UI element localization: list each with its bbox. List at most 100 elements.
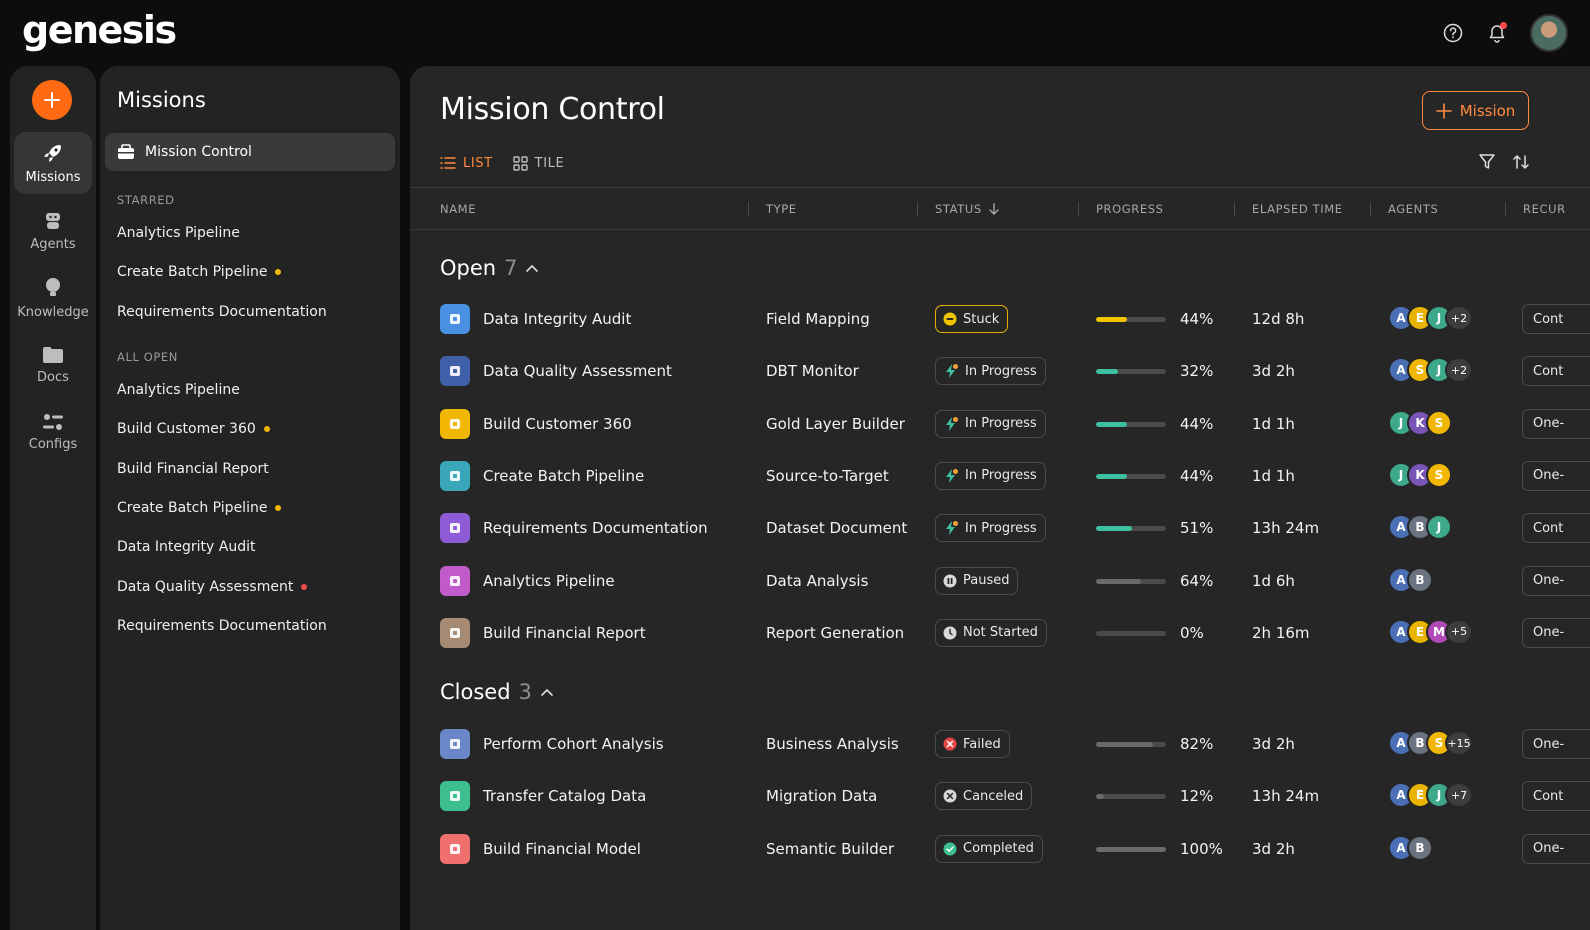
rail-label: Configs	[28, 436, 78, 452]
recurrence-select[interactable]: Cont	[1522, 356, 1590, 387]
agent-avatars[interactable]: JKS	[1388, 409, 1452, 438]
mission-name[interactable]: Analytics Pipeline	[483, 555, 615, 607]
mission-name[interactable]: Perform Cohort Analysis	[483, 718, 664, 770]
column-type[interactable]: TYPE	[766, 188, 797, 230]
table-row[interactable]: Build Customer 360 Gold Layer Builder In P…	[410, 398, 1590, 450]
progress-fill	[1096, 526, 1132, 532]
progress-bar	[1096, 742, 1166, 747]
sort-icon[interactable]	[1512, 153, 1530, 175]
column-agents[interactable]: AGENTS	[1388, 188, 1438, 230]
rail-item-configs[interactable]: Configs	[14, 401, 92, 463]
column-status[interactable]: STATUS	[935, 188, 1000, 230]
recurrence-select[interactable]: Cont	[1522, 781, 1590, 812]
sidebar-title: Missions	[117, 88, 206, 112]
sidebar-item[interactable]: Requirements Documentation	[117, 304, 327, 320]
recurrence-select[interactable]: Cont	[1522, 513, 1590, 544]
genesis-logo[interactable]: genesis	[22, 8, 177, 52]
progress-bar	[1096, 317, 1166, 322]
rail-item-knowledge[interactable]: Knowledge	[14, 267, 92, 329]
recurrence-select[interactable]: One-	[1522, 617, 1590, 648]
table-row[interactable]: Data Integrity Audit Field Mapping Stuck 44…	[410, 293, 1590, 345]
recurrence-select[interactable]: Cont	[1522, 304, 1590, 334]
sidebar-item[interactable]: Requirements Documentation	[117, 618, 327, 634]
agent-avatars[interactable]: JKS	[1388, 461, 1452, 490]
table-row[interactable]: Requirements Documentation Dataset Docume…	[410, 502, 1590, 554]
filter-icon[interactable]	[1478, 153, 1496, 175]
agent-avatars[interactable]: A E M +5	[1388, 618, 1473, 647]
table-row[interactable]: Data Quality Assessment DBT Monitor In Pro…	[410, 345, 1590, 397]
agent-avatars[interactable]: AB	[1388, 566, 1433, 595]
progress-fill	[1096, 846, 1166, 852]
recurrence-select[interactable]: One-	[1522, 565, 1590, 596]
recurrence-select[interactable]: One-	[1522, 408, 1590, 439]
sidebar-item[interactable]: Build Financial Report	[117, 461, 269, 477]
elapsed-time: 2h 16m	[1252, 623, 1310, 642]
sidebar-item[interactable]: Data Quality Assessment	[117, 579, 308, 595]
sort-down-icon	[989, 203, 999, 215]
column-progress[interactable]: PROGRESS	[1096, 188, 1164, 230]
table-row[interactable]: Perform Cohort Analysis Business Analysis…	[410, 718, 1590, 770]
add-mission-button[interactable]: Mission	[1422, 91, 1529, 130]
recurrence-select[interactable]: One-	[1522, 460, 1590, 491]
mission-name[interactable]: Build Financial Model	[483, 823, 641, 875]
nav-rail: Missions Agents Knowledge Docs Configs	[10, 66, 96, 930]
sidebar-item[interactable]: Analytics Pipeline	[117, 225, 240, 241]
sidebar-item[interactable]: Create Batch Pipeline	[117, 264, 282, 280]
mission-name[interactable]: Data Integrity Audit	[483, 293, 631, 345]
clock-icon	[943, 626, 957, 640]
user-avatar[interactable]	[1530, 14, 1568, 52]
sidebar-item[interactable]: Create Batch Pipeline	[117, 499, 282, 516]
group-open-toggle[interactable]: Open 7	[440, 256, 539, 280]
status-dot	[275, 269, 282, 276]
agent-avatars[interactable]: A B S +15	[1388, 730, 1473, 758]
tab-label: LIST	[463, 155, 493, 171]
status-label: In Progress	[965, 363, 1037, 379]
rail-item-agents[interactable]: Agents	[14, 200, 92, 262]
rail-item-docs[interactable]: Docs	[14, 334, 92, 396]
sidebar-item[interactable]: Data Integrity Audit	[117, 539, 255, 555]
bell-icon[interactable]	[1486, 22, 1508, 44]
create-button[interactable]	[32, 80, 72, 120]
table-row[interactable]: Build Financial Report Report Generation N…	[410, 607, 1590, 659]
tab-list[interactable]: LIST	[440, 152, 493, 174]
sidebar-item[interactable]: Build Customer 360	[117, 421, 270, 437]
mission-name[interactable]: Create Batch Pipeline	[483, 450, 644, 502]
progress-percent: 12%	[1180, 787, 1214, 806]
agent-avatars[interactable]: ABJ	[1388, 514, 1452, 542]
agent-avatars[interactable]: A E J +2	[1388, 305, 1473, 333]
mission-name[interactable]: Transfer Catalog Data	[483, 770, 646, 822]
progress-percent: 44%	[1180, 414, 1214, 433]
progress-percent: 51%	[1180, 519, 1214, 538]
mission-type-icon	[440, 565, 470, 596]
column-name[interactable]: NAME	[440, 188, 476, 230]
mission-name[interactable]: Requirements Documentation	[483, 502, 708, 554]
sidebar-item-label: Create Batch Pipeline	[117, 499, 268, 516]
group-closed-toggle[interactable]: Closed 3	[440, 680, 554, 704]
mission-name[interactable]: Data Quality Assessment	[483, 345, 672, 397]
grid-icon	[512, 155, 528, 171]
help-circle-icon[interactable]	[1442, 22, 1464, 44]
table-row[interactable]: Create Batch Pipeline Source-to-Target In …	[410, 450, 1590, 502]
table-row[interactable]: Transfer Catalog Data Migration Data Cance…	[410, 770, 1590, 822]
group-count: 7	[504, 256, 518, 280]
table-header: NAME TYPE STATUS PROGRESS ELAPSED TIME A…	[410, 188, 1590, 230]
progress-fill	[1096, 578, 1141, 584]
agent-avatars[interactable]: AB	[1388, 834, 1433, 863]
table-row[interactable]: Analytics Pipeline Data Analysis Paused 64%…	[410, 555, 1590, 607]
mission-name[interactable]: Build Financial Report	[483, 607, 646, 659]
agent-avatars[interactable]: A S J +2	[1388, 357, 1473, 385]
mission-type-icon	[440, 833, 470, 864]
sidebar-item[interactable]: Analytics Pipeline	[117, 382, 240, 398]
rail-item-missions[interactable]: Missions	[14, 132, 92, 194]
column-recurrence[interactable]: RECUR	[1523, 188, 1566, 230]
column-elapsed[interactable]: ELAPSED TIME	[1252, 188, 1343, 230]
tab-tile[interactable]: TILE	[512, 152, 565, 174]
recurrence-select[interactable]: One-	[1522, 833, 1590, 864]
sidebar-item-mission-control[interactable]: Mission Control	[105, 133, 395, 171]
progress-bar	[1096, 578, 1166, 584]
agent-avatars[interactable]: A E J +7	[1388, 782, 1473, 810]
mission-name[interactable]: Build Customer 360	[483, 398, 632, 450]
mission-type-icon	[440, 408, 470, 439]
table-row[interactable]: Build Financial Model Semantic Builder Com…	[410, 823, 1590, 875]
recurrence-select[interactable]: One-	[1522, 729, 1590, 759]
